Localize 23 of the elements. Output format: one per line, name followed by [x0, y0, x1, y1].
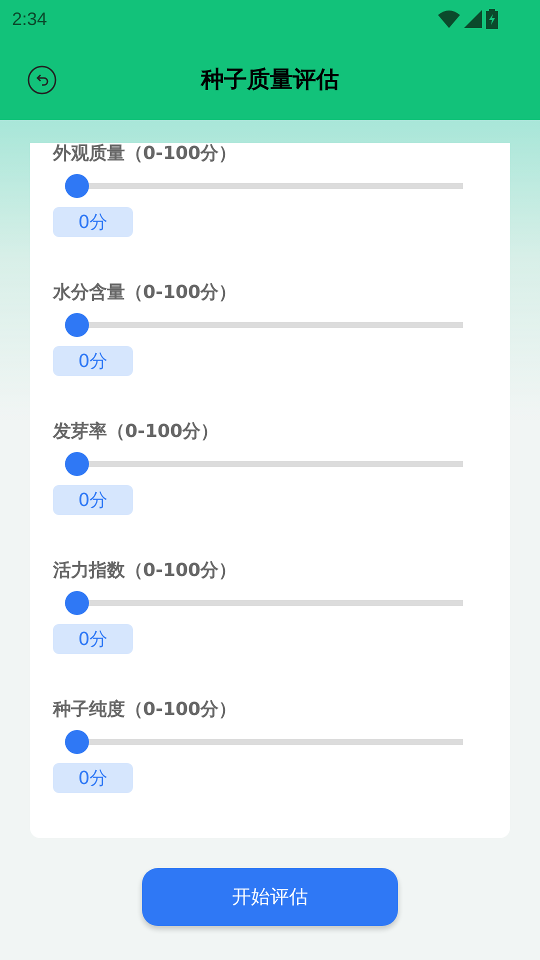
- status-time: 2:34: [12, 8, 48, 30]
- slider-thumb[interactable]: [65, 313, 89, 337]
- value-badge: 0分: [53, 346, 133, 376]
- start-button[interactable]: 开始评估: [142, 868, 398, 926]
- slider-thumb[interactable]: [65, 452, 89, 476]
- slider-thumb[interactable]: [65, 591, 89, 615]
- value-badge: 0分: [53, 763, 133, 793]
- back-icon: [27, 65, 57, 95]
- value-badge: 0分: [53, 207, 133, 237]
- value-badge: 0分: [53, 485, 133, 515]
- slider-label: 种子纯度（0-100分）: [53, 699, 238, 721]
- slider-label: 外观质量（0-100分）: [53, 143, 238, 165]
- signal-icon: [464, 10, 482, 28]
- back-button[interactable]: [27, 65, 57, 95]
- slider-label: 发芽率（0-100分）: [53, 421, 220, 443]
- slider-thumb[interactable]: [65, 174, 89, 198]
- slider-label: 水分含量（0-100分）: [53, 282, 238, 304]
- battery-icon: [486, 9, 498, 29]
- wifi-icon: [438, 10, 460, 28]
- page-title: 种子质量评估: [201, 66, 339, 94]
- value-badge: 0分: [53, 624, 133, 654]
- slider-label: 活力指数（0-100分）: [53, 560, 238, 582]
- slider-thumb[interactable]: [65, 730, 89, 754]
